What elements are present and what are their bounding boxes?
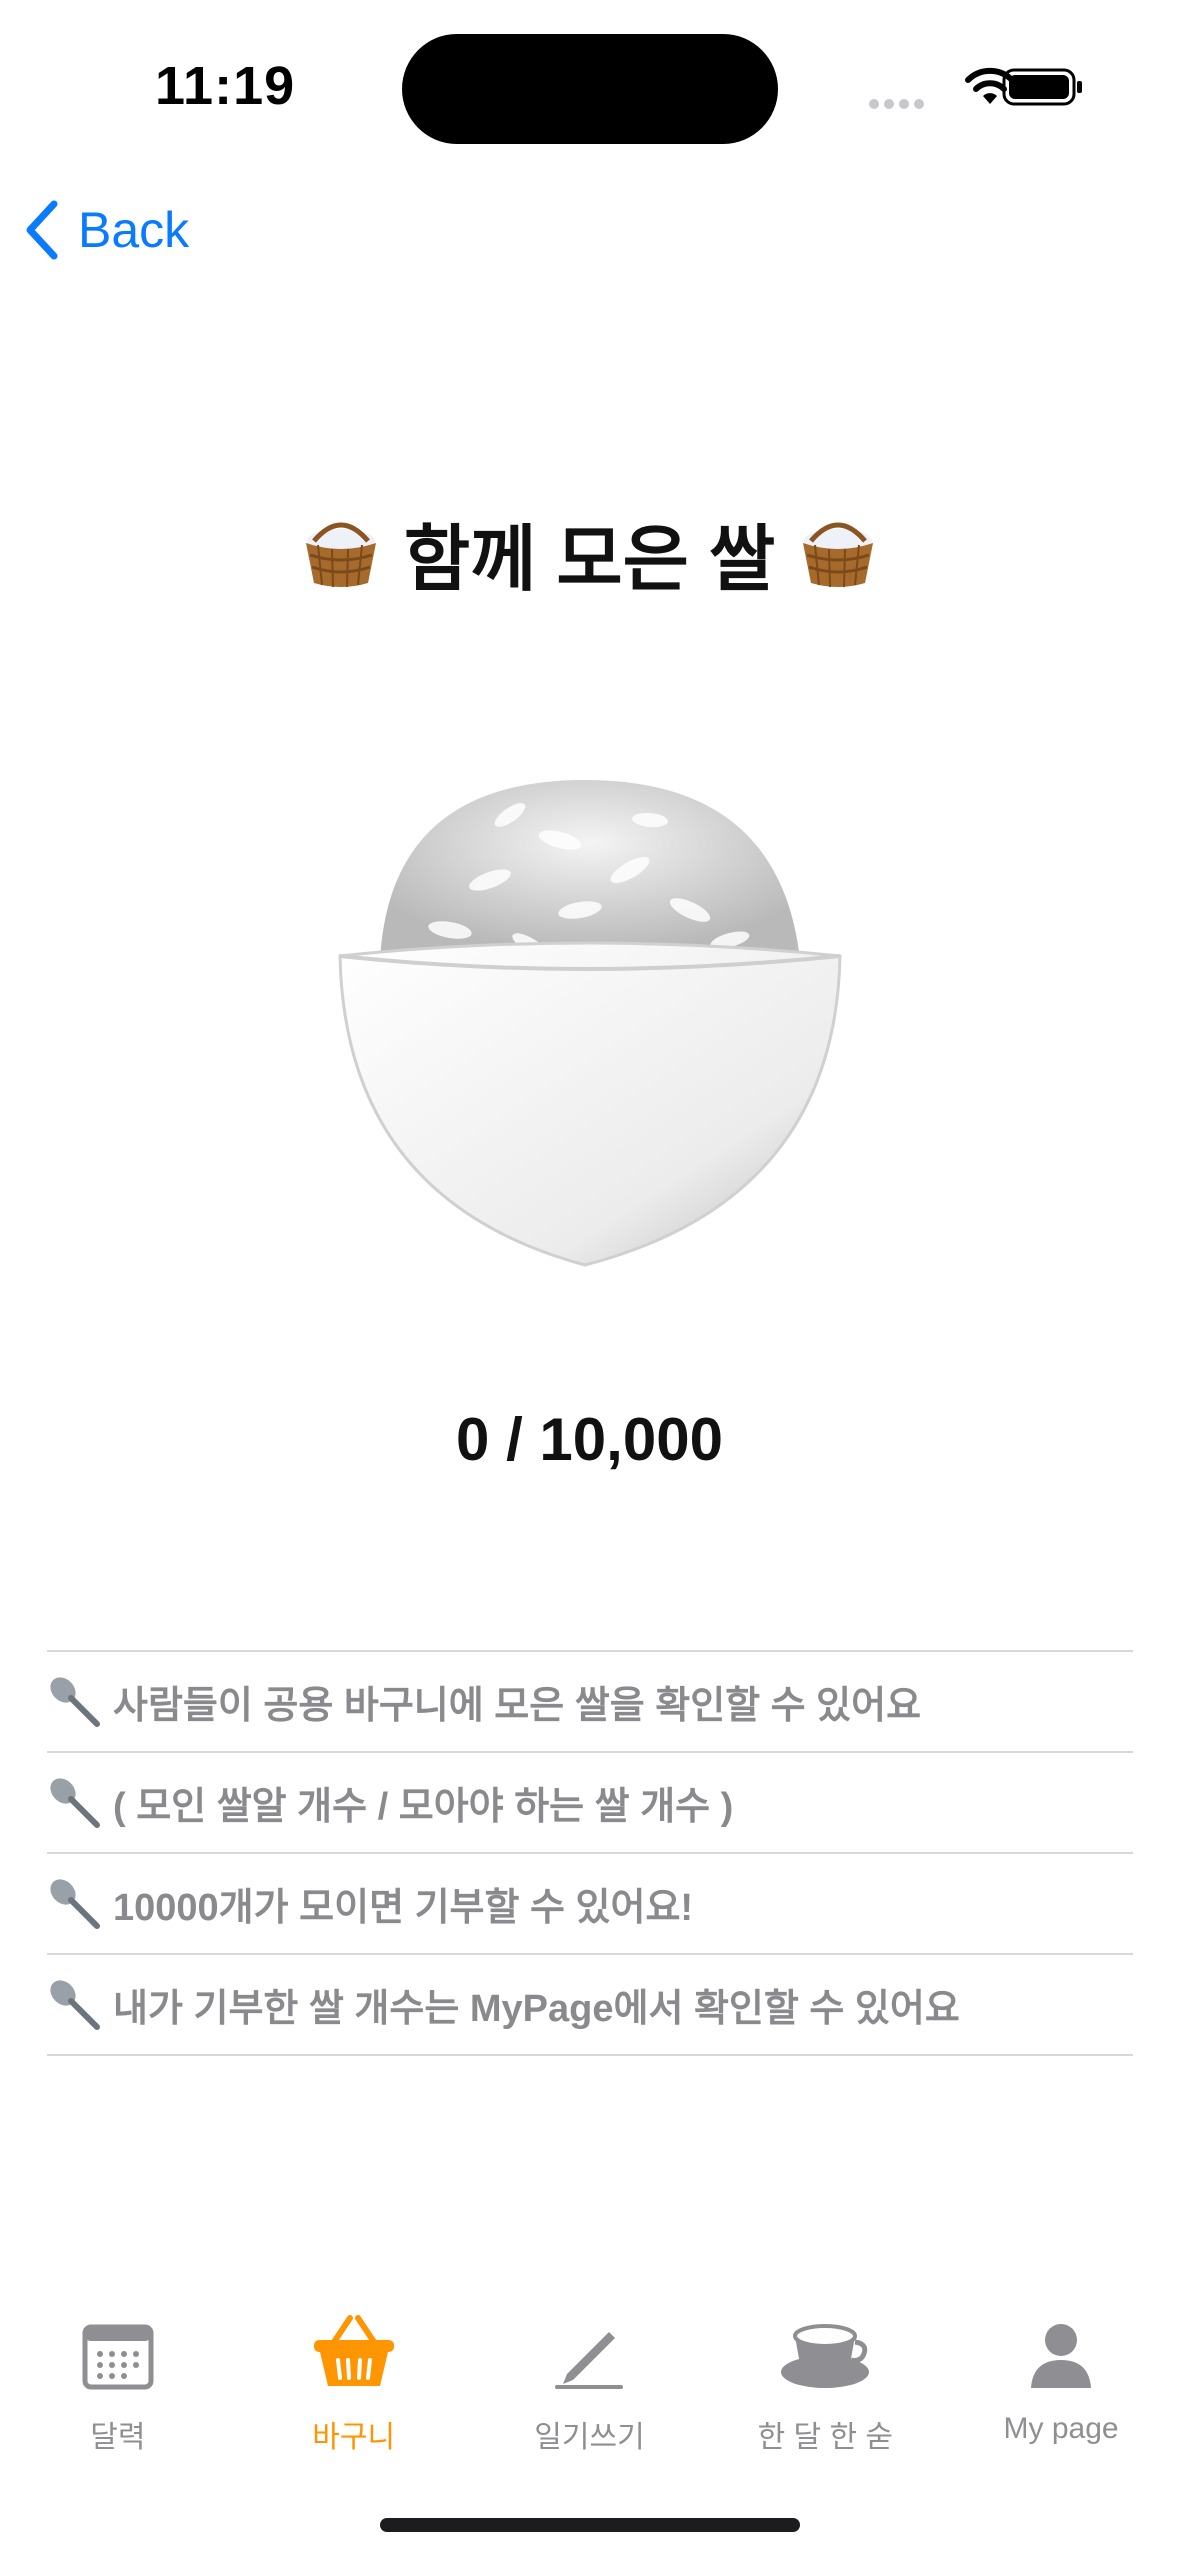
list-item: 사람들이 공용 바구니에 모은 쌀을 확인할 수 있어요	[47, 1652, 1133, 1753]
rice-basket-icon	[305, 522, 376, 587]
tab-basket[interactable]: 바구니	[236, 2310, 472, 2460]
spoon-icon	[50, 1878, 100, 1929]
spoon-icon	[50, 1676, 100, 1727]
coffee-cup-icon	[781, 2324, 870, 2388]
dynamic-island	[402, 34, 778, 144]
page-title: 함께 모은 쌀	[403, 520, 776, 600]
tab-label: 일기쓰기	[534, 2421, 645, 2454]
status-time: 11:19	[155, 56, 296, 116]
list-item: 내가 기부한 쌀 개수는 MyPage에서 확인할 수 있어요	[47, 1955, 1133, 2056]
info-list: 사람들이 공용 바구니에 모은 쌀을 확인할 수 있어요 ( 모인 쌀알 개수 …	[47, 1650, 1133, 2056]
rice-basket-icon	[803, 522, 874, 587]
info-text: 사람들이 공용 바구니에 모은 쌀을 확인할 수 있어요	[113, 1685, 922, 1727]
tab-label: 달력	[90, 2421, 146, 2454]
screen: 11:19 Back 함께 모은 쌀 0 / 10,000 사람들이 공용 바구…	[0, 0, 1179, 2556]
battery-icon	[1002, 68, 1082, 106]
spoon-icon	[50, 1979, 100, 2030]
tab-monthly-spoon[interactable]: 한 달 한 숟	[707, 2310, 943, 2460]
tab-label: 한 달 한 숟	[757, 2421, 893, 2454]
list-item: 10000개가 모이면 기부할 수 있어요!	[47, 1854, 1133, 1955]
basket-icon	[313, 2315, 394, 2386]
back-button[interactable]: Back	[24, 195, 189, 265]
signal-dots-icon	[869, 96, 929, 114]
pencil-icon	[555, 2332, 624, 2389]
tab-bar: 달력 바구니 일기쓰기 한 달 한 숟 My page	[0, 2310, 1179, 2460]
list-item: ( 모인 쌀알 개수 / 모아야 하는 쌀 개수 )	[47, 1753, 1133, 1854]
info-text: 내가 기부한 쌀 개수는 MyPage에서 확인할 수 있어요	[113, 1988, 960, 2030]
title-row: 함께 모은 쌀	[0, 500, 1179, 605]
chevron-left-icon	[26, 200, 58, 260]
tab-my-page[interactable]: My page	[943, 2310, 1179, 2460]
info-text: ( 모인 쌀알 개수 / 모아야 하는 쌀 개수 )	[113, 1786, 734, 1828]
tab-label: My page	[1003, 2412, 1119, 2445]
spoon-icon	[50, 1777, 100, 1828]
tab-label: 바구니	[312, 2421, 396, 2454]
rice-counter: 0 / 10,000	[456, 1406, 723, 1473]
tab-write-diary[interactable]: 일기쓰기	[472, 2310, 708, 2460]
home-indicator[interactable]	[380, 2518, 800, 2532]
person-icon	[1031, 2324, 1092, 2388]
rice-bowl-icon	[338, 780, 842, 1267]
info-text: 10000개가 모이면 기부할 수 있어요!	[113, 1887, 694, 1929]
back-label: Back	[78, 202, 190, 258]
tab-calendar[interactable]: 달력	[0, 2310, 236, 2460]
calendar-icon	[82, 2324, 154, 2390]
